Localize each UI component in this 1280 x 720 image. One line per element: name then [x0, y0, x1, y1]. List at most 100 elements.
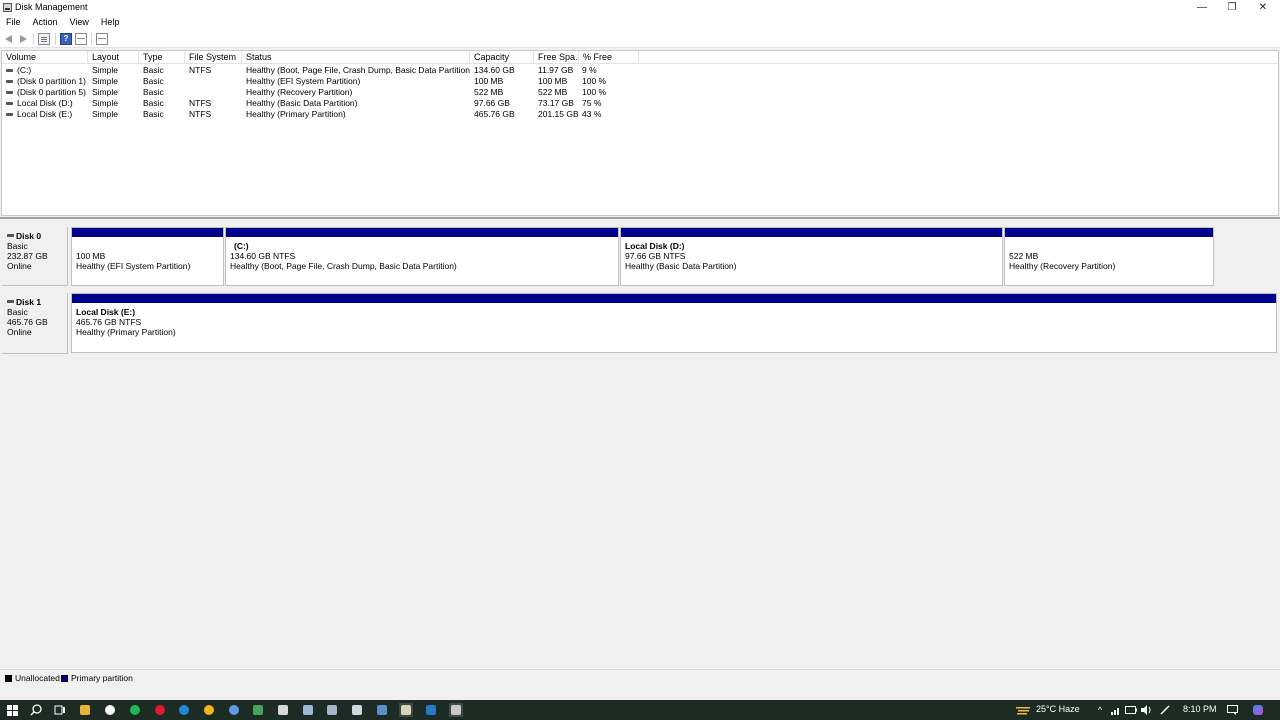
- back-arrow-icon[interactable]: [3, 33, 15, 45]
- table-row[interactable]: (C:) Simple Basic NTFS Healthy (Boot, Pa…: [2, 65, 1278, 76]
- notifications-icon[interactable]: [1225, 703, 1239, 717]
- keyboard-icon[interactable]: [375, 703, 389, 717]
- spotify-icon[interactable]: [128, 703, 142, 717]
- legend-label: Unallocated: [15, 673, 60, 683]
- taskbar: 25°C Haze ^ 8:10 PM: [0, 700, 1280, 720]
- partition-name: (C:): [234, 241, 249, 251]
- window-icon[interactable]: [424, 703, 438, 717]
- cell-file-system: NTFS: [189, 65, 212, 75]
- disk-0-label[interactable]: Disk 0 Basic 232.87 GB Online: [2, 227, 68, 286]
- partition-size: 97.66 GB NTFS: [625, 251, 686, 261]
- battery-icon[interactable]: [1124, 703, 1138, 717]
- minimize-button[interactable]: —: [1187, 0, 1217, 15]
- clock[interactable]: 8:10 PM: [1183, 704, 1217, 714]
- primary-partition-bar: [621, 228, 1002, 237]
- partition-name: Local Disk (D:): [625, 241, 685, 251]
- photos-icon[interactable]: [301, 703, 315, 717]
- cell-free-space: 100 MB: [538, 76, 568, 86]
- disk-name: Disk 0: [7, 231, 67, 241]
- toolbar: ?: [0, 30, 1280, 48]
- cell-volume: (Disk 0 partition 5): [17, 87, 86, 97]
- chrome-icon[interactable]: [202, 703, 216, 717]
- network-icon[interactable]: [1109, 703, 1123, 717]
- pen-icon[interactable]: [1158, 703, 1172, 717]
- restore-button[interactable]: ❐: [1217, 0, 1247, 15]
- cell-percent-free: 100 %: [582, 76, 607, 86]
- details-view-icon[interactable]: [75, 33, 87, 45]
- console-icon[interactable]: [96, 33, 108, 45]
- opera-icon[interactable]: [153, 703, 167, 717]
- column-type[interactable]: Type: [139, 51, 185, 64]
- cell-file-system: [189, 76, 241, 87]
- search-icon[interactable]: [29, 703, 43, 717]
- volume-icon: [6, 80, 13, 83]
- disk-1-label[interactable]: Disk 1 Basic 465.76 GB Online: [2, 293, 68, 354]
- forward-arrow-icon[interactable]: [17, 33, 29, 45]
- folder-icon[interactable]: [350, 703, 364, 717]
- cell-capacity: 97.66 GB: [474, 98, 510, 108]
- partition-status: Healthy (EFI System Partition): [76, 261, 191, 271]
- menu-view[interactable]: View: [64, 15, 95, 30]
- partition-efi[interactable]: 100 MB Healthy (EFI System Partition): [71, 227, 224, 286]
- cell-status: Healthy (Boot, Page File, Crash Dump, Ba…: [246, 65, 470, 75]
- notepad-icon[interactable]: [276, 703, 290, 717]
- menu-bar: File Action View Help: [0, 15, 1280, 30]
- partition-e[interactable]: Local Disk (E:) 465.76 GB NTFS Healthy (…: [71, 293, 1277, 353]
- column-status[interactable]: Status: [242, 51, 470, 64]
- copilot-icon[interactable]: [1251, 703, 1265, 717]
- cell-free-space: 11.97 GB: [538, 65, 574, 75]
- column-percent-free[interactable]: % Free: [579, 51, 639, 64]
- table-row[interactable]: Local Disk (E:) Simple Basic NTFS Health…: [2, 109, 1278, 120]
- partition-recovery[interactable]: 522 MB Healthy (Recovery Partition): [1004, 227, 1214, 286]
- app-icon[interactable]: [251, 703, 265, 717]
- cell-percent-free: 75 %: [582, 98, 602, 108]
- task-view-icon[interactable]: [53, 703, 67, 717]
- cell-status: Healthy (Basic Data Partition): [246, 98, 358, 108]
- toolbar-separator: [91, 33, 92, 45]
- edge-icon[interactable]: [177, 703, 191, 717]
- chevron-up-icon[interactable]: ^: [1093, 703, 1107, 717]
- table-row[interactable]: (Disk 0 partition 1) Simple Basic Health…: [2, 76, 1278, 87]
- disk-size: 465.76 GB: [7, 317, 48, 327]
- primary-partition-bar: [226, 228, 618, 237]
- unallocated-swatch: [5, 674, 12, 682]
- column-capacity[interactable]: Capacity: [470, 51, 534, 64]
- tool-icon[interactable]: [325, 703, 339, 717]
- column-volume[interactable]: Volume: [2, 51, 88, 64]
- disk-status: Online: [7, 261, 32, 271]
- disk-tool-icon[interactable]: [449, 703, 463, 717]
- cell-layout: Simple: [92, 98, 118, 108]
- partition-status: Healthy (Recovery Partition): [1009, 261, 1116, 271]
- legend: Unallocated Primary partition: [0, 669, 1280, 685]
- cell-percent-free: 43 %: [582, 109, 602, 119]
- properties-icon[interactable]: [38, 33, 50, 45]
- media-player-icon[interactable]: [103, 703, 117, 717]
- primary-partition-bar: [1005, 228, 1213, 237]
- partition-d[interactable]: Local Disk (D:) 97.66 GB NTFS Healthy (B…: [620, 227, 1003, 286]
- table-row[interactable]: Local Disk (D:) Simple Basic NTFS Health…: [2, 98, 1278, 109]
- disk-management-icon[interactable]: [399, 703, 413, 717]
- cell-layout: Simple: [92, 87, 118, 97]
- disk-status: Online: [7, 327, 32, 337]
- weather-icon[interactable]: [1016, 703, 1030, 717]
- column-file-system[interactable]: File System: [185, 51, 242, 64]
- menu-action[interactable]: Action: [27, 15, 64, 30]
- column-free-space[interactable]: Free Spa...: [534, 51, 579, 64]
- table-row[interactable]: (Disk 0 partition 5) Simple Basic Health…: [2, 87, 1278, 98]
- weather-text[interactable]: 25°C Haze: [1036, 704, 1080, 714]
- start-icon[interactable]: [5, 703, 19, 717]
- file-explorer-icon[interactable]: [78, 703, 92, 717]
- volume-icon[interactable]: [1139, 703, 1153, 717]
- close-button[interactable]: ✕: [1248, 0, 1278, 15]
- cell-file-system: NTFS: [189, 98, 212, 108]
- menu-help[interactable]: Help: [95, 15, 126, 30]
- menu-file[interactable]: File: [0, 15, 27, 30]
- column-layout[interactable]: Layout: [88, 51, 139, 64]
- partition-c[interactable]: (C:) 134.60 GB NTFS Healthy (Boot, Page …: [225, 227, 619, 286]
- cell-file-system: [189, 87, 241, 98]
- disk-management-app-icon: [3, 3, 12, 12]
- browser-icon[interactable]: [227, 703, 241, 717]
- cell-volume: Local Disk (E:): [17, 109, 73, 119]
- cell-type: Basic: [143, 87, 164, 97]
- help-icon[interactable]: ?: [60, 33, 72, 45]
